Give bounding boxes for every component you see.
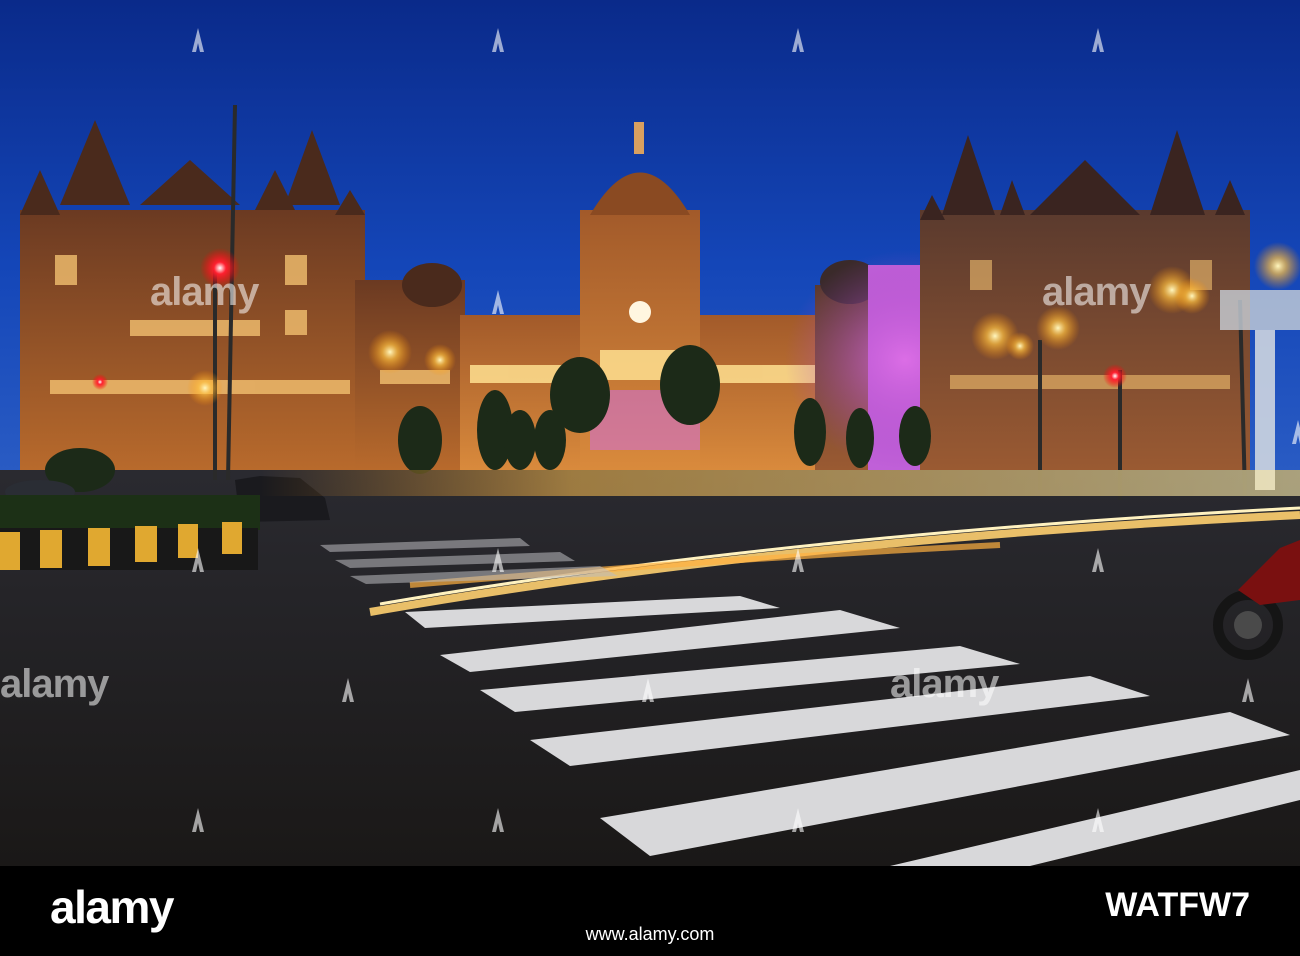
watermark-text: alamy	[1042, 270, 1151, 314]
alamy-a-icon	[192, 28, 204, 52]
alamy-a-icon	[1292, 420, 1300, 444]
alamy-a-icon	[792, 28, 804, 52]
watermark-text: alamy	[0, 662, 109, 706]
alamy-a-icon	[192, 808, 204, 832]
alamy-a-icon	[1092, 28, 1104, 52]
alamy-a-icon	[792, 548, 804, 572]
footer-banner: alamy www.alamy.com WATFW7	[0, 866, 1300, 956]
alamy-a-icon	[492, 28, 504, 52]
stock-photo-page: alamy alamy alamy alamy alamy www.alamy.…	[0, 0, 1300, 956]
alamy-a-icon	[492, 290, 504, 314]
alamy-a-icon	[1242, 678, 1254, 702]
watermark-text: alamy	[890, 662, 999, 706]
watermark-text: alamy	[150, 270, 259, 314]
alamy-a-icon	[192, 548, 204, 572]
alamy-a-icon	[792, 808, 804, 832]
alamy-a-icon	[1092, 548, 1104, 572]
photo-mumbai-railway-station-night	[0, 0, 1300, 866]
alamy-a-icon	[492, 548, 504, 572]
alamy-a-icon	[1092, 808, 1104, 832]
alamy-a-icon	[342, 678, 354, 702]
site-url: www.alamy.com	[585, 924, 715, 944]
alamy-a-icon	[642, 678, 654, 702]
image-id: WATFW7	[1105, 886, 1250, 924]
alamy-a-icon	[492, 808, 504, 832]
